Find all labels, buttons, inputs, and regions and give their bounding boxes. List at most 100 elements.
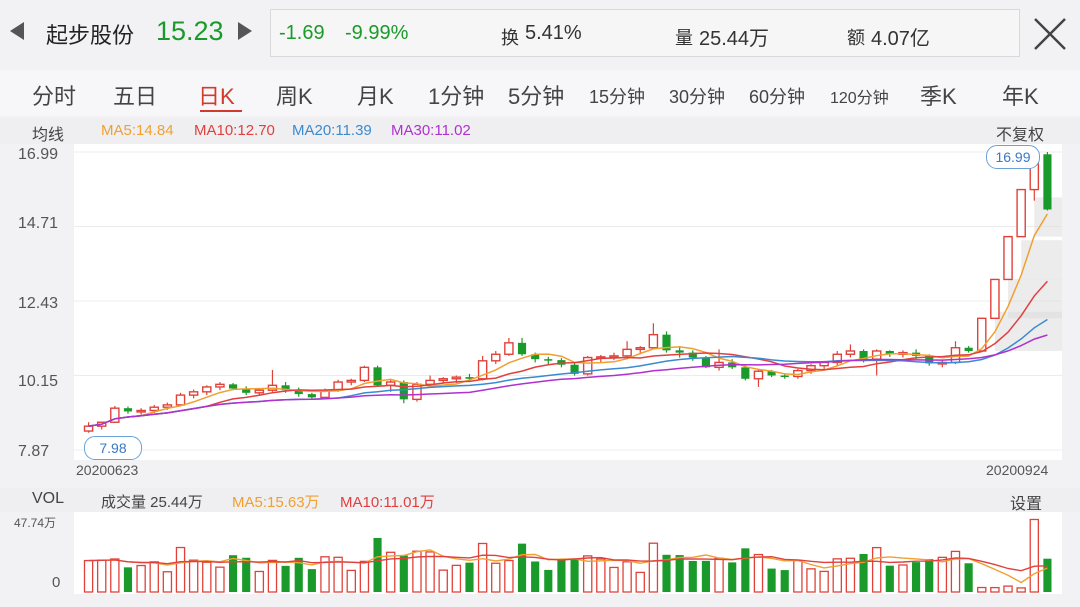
volume-bar-up (425, 551, 435, 593)
candle-body-down (373, 367, 382, 386)
volume-bar-down (859, 553, 868, 592)
volume-bar-up (175, 546, 186, 593)
vol-ma10: MA10:11.01万 (340, 494, 435, 511)
quote-summary: -1.69 -9.99% 换 5.41% 量 25.44万 额 4.07亿 (270, 9, 1020, 57)
y-tick-label: 12.43 (18, 295, 59, 312)
volume-bar-up (136, 564, 146, 593)
volume-bar-up (714, 557, 724, 593)
candle-body-down (123, 408, 133, 412)
volume-bar-up (359, 560, 370, 593)
y-tick-label: 10.15 (18, 373, 59, 390)
candle-body-up (136, 409, 146, 413)
vol-settings[interactable]: 设置 (1010, 490, 1042, 514)
vol-total: 成交量 25.44万 (101, 494, 203, 511)
candle-body-up (1016, 188, 1026, 238)
tab-daily-k[interactable]: 日K (198, 79, 235, 111)
candle-body-up (188, 391, 199, 396)
ma5-value: MA5:14.84 (101, 122, 174, 139)
candle-body-up (254, 389, 265, 394)
tab-five-day[interactable]: 五日 (113, 79, 157, 111)
y-tick-label: 7.87 (18, 443, 50, 460)
ma20-line (88, 318, 1048, 427)
vol-label[interactable]: VOL (32, 490, 64, 508)
candle-body-up (162, 404, 173, 408)
candle-body-down (741, 367, 750, 379)
candle-body-up (845, 350, 856, 355)
ma5-line (88, 213, 1049, 427)
volume-bar-down (281, 565, 290, 592)
volume-bar-down (531, 561, 540, 592)
price-change-pct: -9.99% (345, 22, 409, 44)
volume-bar-up (871, 546, 882, 593)
volume-chart[interactable] (74, 512, 1062, 594)
volume-bar-up (819, 570, 829, 593)
volume-bar-up (188, 559, 199, 593)
high-price-badge: 16.99 (986, 145, 1040, 169)
volume-bar-down (701, 560, 710, 592)
tab-15min[interactable]: 15分钟 (589, 83, 645, 109)
volume-bar-up (832, 558, 842, 593)
stock-price: 15.23 (156, 16, 224, 46)
tab-fenshi[interactable]: 分时 (32, 79, 76, 111)
previous-stock-icon[interactable] (10, 22, 24, 40)
ma30-line (88, 334, 1048, 427)
candle-body-up (438, 378, 448, 382)
volume-bar-up (477, 542, 488, 593)
volume-bar-up (504, 559, 514, 593)
volume-bar-down (912, 562, 921, 592)
candle-body-up (490, 353, 501, 362)
tab-yearly-k[interactable]: 年K (1002, 79, 1039, 111)
close-icon[interactable] (1030, 14, 1070, 54)
volume-bar-up (596, 558, 606, 593)
candle-body-up (504, 342, 514, 355)
tab-120min[interactable]: 120分钟 (830, 84, 889, 108)
volume-bar-up (753, 553, 764, 593)
next-stock-icon[interactable] (238, 22, 252, 40)
ma-label[interactable]: 均线 (32, 121, 64, 145)
active-tab-indicator (200, 110, 242, 112)
volume-bar-up (937, 556, 948, 593)
candle-body-down (964, 347, 973, 351)
candle-body-up (622, 348, 632, 357)
candle-body-up (359, 366, 370, 382)
volume-bar-down (373, 537, 382, 592)
tab-60min[interactable]: 60分钟 (749, 83, 805, 109)
tab-5min[interactable]: 5分钟 (508, 79, 564, 111)
candle-body-up (175, 394, 186, 406)
volume-bar-down (570, 559, 579, 592)
volume-bar-down (307, 569, 316, 592)
volume-bar-down (925, 558, 934, 592)
volume-bar-up (346, 569, 356, 593)
volume-bar-up (1029, 518, 1040, 593)
volume-bar-up (622, 561, 632, 593)
volume-bar-up (202, 561, 212, 593)
tab-1min[interactable]: 1分钟 (428, 79, 484, 111)
adjust-mode[interactable]: 不复权 (996, 121, 1044, 145)
volume-bar-down (767, 568, 776, 592)
volume-bar-up (793, 559, 803, 593)
tab-quarterly-k[interactable]: 季K (920, 79, 957, 111)
candle-body-up (753, 370, 764, 380)
volume-bar-down (242, 557, 251, 592)
candlestick-chart[interactable] (74, 144, 1062, 460)
turnover-value: 5.41% (525, 22, 582, 44)
candle-body-up (990, 278, 1000, 320)
volume-bar-down (675, 555, 684, 592)
volume-bar-down (1043, 558, 1052, 592)
volume-bar-up (609, 566, 619, 593)
tab-weekly-k[interactable]: 周K (276, 79, 313, 111)
tab-monthly-k[interactable]: 月K (357, 79, 394, 111)
volume-bar-up (438, 569, 448, 593)
volume-bar-up (1003, 585, 1013, 593)
vol-zero-tick: 0 (52, 574, 61, 591)
volume-bar-up (267, 559, 278, 593)
y-tick-label: 16.99 (18, 146, 59, 163)
tab-30min[interactable]: 30分钟 (669, 83, 725, 109)
candle-body-up (83, 425, 94, 432)
candle-body-up (1003, 235, 1013, 281)
volume-bar-up (149, 561, 159, 593)
volume-bar-up (977, 586, 987, 593)
candle-body-up (149, 406, 160, 412)
ma-legend-bar: 均线 MA5:14.84 MA10:12.70 MA20:11.39 MA30:… (0, 118, 1080, 144)
price-change: -1.69 (279, 22, 325, 44)
